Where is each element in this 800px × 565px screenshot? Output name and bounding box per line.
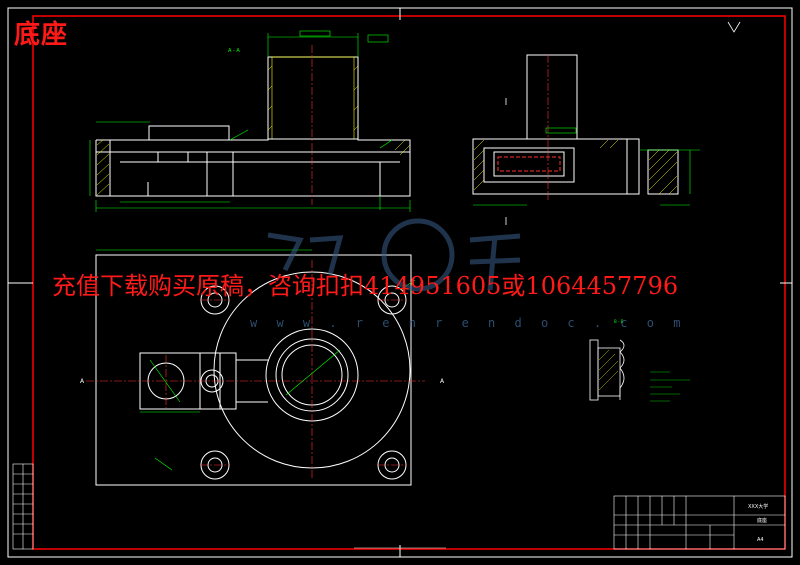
side-view (472, 54, 679, 195)
dimensions-side (473, 127, 700, 206)
title-block-material: 底座 (757, 517, 767, 524)
hatching-aa (96, 65, 411, 196)
roughness-symbol (727, 21, 741, 33)
title-block (354, 495, 786, 550)
technical-notes (650, 371, 690, 402)
revision-strip (12, 463, 34, 550)
part-title: 底座 (14, 20, 69, 50)
dimensions-aa (89, 30, 411, 212)
section-aa-view (95, 56, 411, 197)
section-label-aa: A - A (228, 48, 240, 54)
section-arrow-a-right: A (440, 378, 445, 385)
title-block-drawing-name: XXX大学 (748, 503, 768, 510)
title-block-sheet: A4 (757, 537, 764, 543)
promo-banner: 充值下载购买原稿，咨询扣扣414951605或1064457796 (52, 272, 679, 300)
section-bb-view (589, 339, 625, 401)
section-arrow-a-left: A (80, 378, 85, 385)
watermark-url: w w w . r e n r e n d o c . c o m (250, 316, 687, 330)
